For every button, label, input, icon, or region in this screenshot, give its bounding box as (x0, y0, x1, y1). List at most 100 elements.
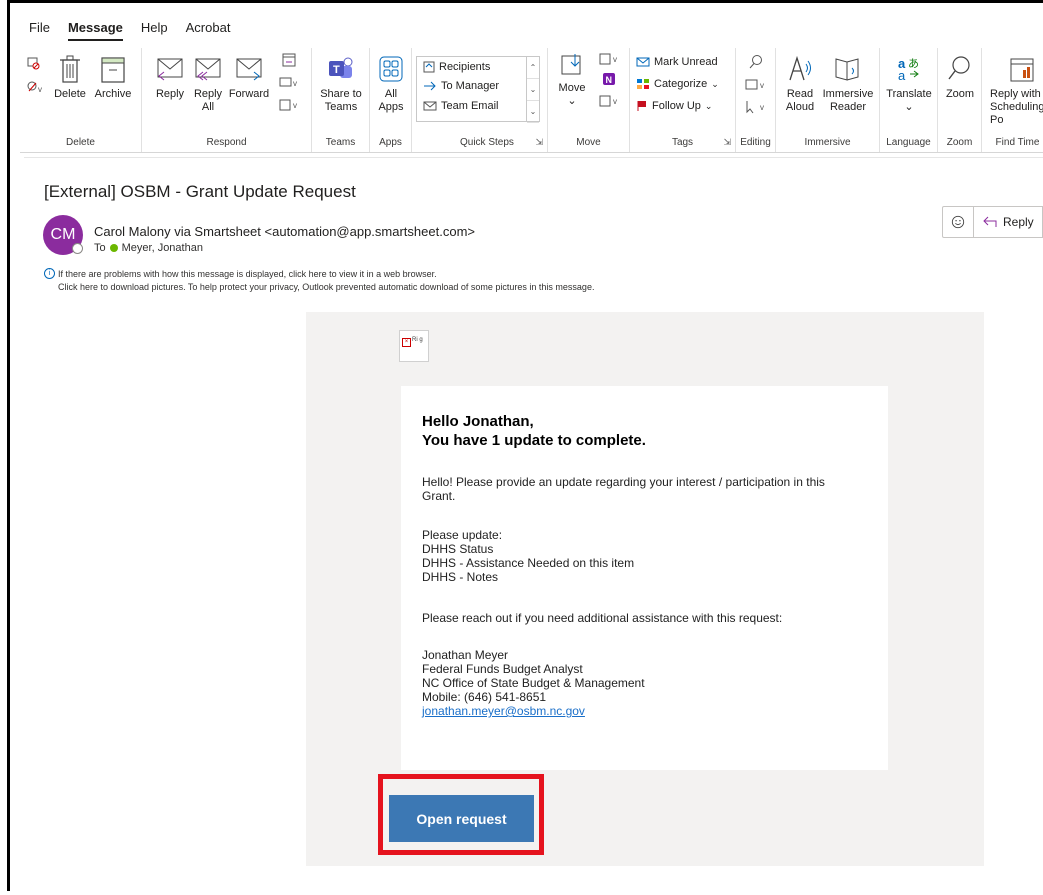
smiley-icon (951, 214, 965, 230)
delete-button[interactable]: Delete (50, 54, 90, 101)
scheduling-label-2: Scheduling Po (990, 101, 1043, 126)
reply-all-button[interactable]: Reply All (190, 54, 226, 114)
scroll-down-icon[interactable]: ⌄ (527, 79, 539, 101)
svg-text:v: v (293, 79, 297, 88)
find-button[interactable] (742, 54, 770, 74)
archive-icon (100, 54, 126, 84)
archive-button[interactable]: Archive (90, 54, 136, 101)
select-mail-button[interactable]: v (740, 78, 772, 96)
select-button[interactable]: v (740, 100, 772, 118)
quick-step-team-email[interactable]: Team Email (423, 100, 498, 112)
group-quick-steps-label: Quick Steps (412, 137, 547, 148)
more-respond-button[interactable]: v (274, 98, 304, 116)
quick-step-to-manager-label: To Manager (441, 80, 499, 92)
reply-label: Reply (156, 88, 184, 100)
read-aloud-label-2: Aloud (786, 101, 814, 113)
trash-icon (58, 54, 82, 84)
reply-action-button[interactable]: Reply (974, 207, 1043, 237)
group-move-label: Move (548, 137, 629, 148)
quick-step-recipients-label: Recipients (439, 61, 490, 73)
mark-unread-button[interactable]: Mark Unread (636, 56, 718, 68)
sender-name[interactable]: Carol Malony via Smartsheet <automation@… (94, 224, 475, 239)
forward-mail-icon (234, 54, 264, 84)
scroll-up-icon[interactable]: ⌃ (527, 57, 539, 79)
svg-text:あ: あ (908, 57, 919, 70)
cleanup-button[interactable]: v (24, 80, 46, 98)
immersive-reader-label-2: Reader (830, 101, 866, 113)
svg-text:v: v (760, 81, 764, 90)
menu-acrobat[interactable]: Acrobat (177, 20, 240, 45)
select-mail-icon: v (744, 78, 768, 92)
translate-chevron-icon: ⌄ (904, 101, 913, 113)
group-respond-label: Respond (142, 137, 311, 148)
reply-arrow-icon (982, 215, 998, 229)
tags-dialog-launcher-icon[interactable]: ⇲ (723, 137, 731, 148)
follow-up-label: Follow Up (652, 100, 701, 112)
recipient-name[interactable]: Meyer, Jonathan (122, 242, 203, 254)
group-editing: v v Editing (736, 48, 776, 152)
expand-gallery-icon[interactable]: ⌄ (527, 101, 539, 123)
quick-steps-scroll[interactable]: ⌃ ⌄ ⌄ (526, 57, 539, 121)
group-find-time: Reply with Scheduling Po Find Time (982, 48, 1043, 152)
ignore-button[interactable] (24, 56, 42, 74)
download-pictures-notice[interactable]: Click here to download pictures. To help… (58, 282, 594, 292)
svg-text:v: v (293, 101, 297, 110)
display-problem-notice[interactable]: i If there are problems with how this me… (44, 268, 437, 279)
info-icon: i (44, 268, 55, 279)
intro-paragraph: Hello! Please provide an update regardin… (422, 475, 825, 503)
immersive-reader-button[interactable]: Immersive Reader (820, 54, 876, 114)
group-language: aあa Translate ⌄ Language (880, 48, 938, 152)
group-tags-label: Tags (630, 137, 735, 148)
follow-up-button[interactable]: Follow Up⌄ (636, 100, 712, 112)
svg-text:v: v (38, 85, 42, 94)
calendar-reply-icon (281, 52, 297, 68)
mark-unread-label: Mark Unread (654, 56, 718, 68)
meeting-reply-button[interactable] (274, 52, 304, 72)
archive-label: Archive (95, 88, 132, 100)
move-button[interactable]: Move ⌄ (554, 52, 590, 108)
rules-icon: v (598, 52, 620, 66)
reply-button[interactable]: Reply (150, 54, 190, 101)
email-body: × Ri g Hello Jonathan, You have 1 update… (306, 312, 984, 866)
search-icon (748, 54, 764, 70)
recipient-line: To Meyer, Jonathan (94, 242, 203, 254)
forward-button[interactable]: Forward (226, 54, 272, 101)
im-reply-button[interactable]: v (274, 76, 304, 94)
more-respond-icon: v (278, 98, 300, 112)
group-editing-label: Editing (736, 137, 775, 148)
translate-button[interactable]: aあa Translate ⌄ (884, 54, 934, 114)
intro-line-1: Hello! Please provide an update regardin… (422, 475, 825, 489)
greeting-line-1: Hello Jonathan, (422, 412, 646, 431)
svg-text:a: a (898, 68, 906, 83)
read-aloud-icon (787, 54, 813, 84)
menu-message[interactable]: Message (59, 20, 132, 45)
emoji-reaction-button[interactable] (943, 207, 974, 237)
signature-mobile: Mobile: (646) 541-8651 (422, 690, 645, 704)
display-problem-text: If there are problems with how this mess… (58, 269, 437, 279)
onenote-button[interactable]: N (594, 72, 624, 90)
quick-step-to-manager[interactable]: To Manager (423, 80, 499, 92)
to-label: To (94, 242, 106, 254)
read-aloud-button[interactable]: Read Aloud (782, 54, 818, 114)
group-move: Move ⌄ v N v Move (548, 48, 630, 152)
share-to-teams-button[interactable]: T Share to Teams (316, 54, 366, 114)
menu-help[interactable]: Help (132, 20, 177, 45)
ignore-icon (26, 56, 40, 70)
dialog-launcher-icon[interactable]: ⇲ (535, 137, 543, 148)
move-label: Move (559, 82, 586, 94)
categorize-button[interactable]: Categorize⌄ (636, 78, 719, 90)
reply-with-scheduling-poll-button[interactable]: Reply with Scheduling Po (990, 54, 1043, 127)
rules-button[interactable]: v (594, 52, 624, 70)
scheduling-label-1: Reply with (990, 88, 1041, 100)
group-find-time-label: Find Time (982, 137, 1043, 148)
group-apps: All Apps Apps (370, 48, 412, 152)
greeting-line-2: You have 1 update to complete. (422, 431, 646, 450)
menu-file[interactable]: File (20, 20, 59, 45)
signature-email-link[interactable]: jonathan.meyer@osbm.nc.gov (422, 704, 645, 718)
reply-all-label-1: Reply (194, 88, 222, 100)
actions-button[interactable]: v (594, 94, 624, 112)
all-apps-button[interactable]: All Apps (372, 54, 410, 114)
quick-step-recipients[interactable]: Recipients (423, 61, 490, 73)
zoom-button[interactable]: Zoom (940, 54, 980, 101)
svg-text:v: v (760, 103, 764, 112)
